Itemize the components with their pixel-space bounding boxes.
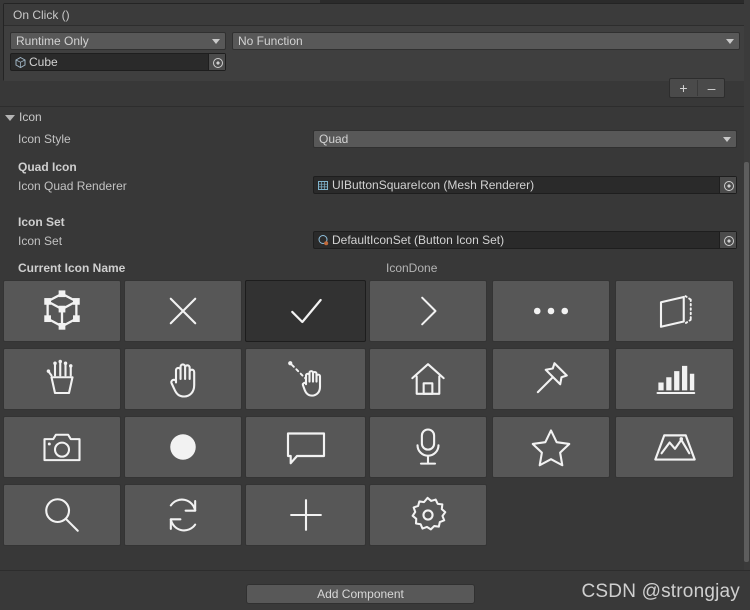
scriptable-object-icon xyxy=(317,234,330,247)
icon-grid-cell-ellipsis[interactable] xyxy=(492,280,610,342)
function-value: No Function xyxy=(238,34,303,48)
runtime-mode-value: Runtime Only xyxy=(16,34,89,48)
event-list-buttons: + – xyxy=(669,78,725,98)
current-icon-name-label: Current Icon Name xyxy=(18,261,126,275)
icon-grid-cell-camera[interactable] xyxy=(3,416,121,478)
icon-quad-renderer-value: UIButtonSquareIcon (Mesh Renderer) xyxy=(332,178,535,192)
on-click-body: Runtime Only No Function Cube xyxy=(4,26,746,81)
icon-grid-cell-star[interactable] xyxy=(492,416,610,478)
on-click-header: On Click () xyxy=(4,4,746,26)
watermark-text: CSDN @strongjay xyxy=(581,581,740,602)
on-click-panel: On Click () Runtime Only No Function Cub… xyxy=(3,3,747,81)
icon-foldout-label: Icon xyxy=(19,110,42,124)
icon-set-field[interactable]: DefaultIconSet (Button Icon Set) xyxy=(313,231,737,249)
icon-style-value: Quad xyxy=(319,132,349,146)
icon-grid-cell-slate[interactable] xyxy=(615,280,734,342)
remove-event-button[interactable]: – xyxy=(698,79,725,97)
icon-style-dropdown[interactable]: Quad xyxy=(313,130,737,148)
cube-prefab-icon xyxy=(14,56,27,69)
chevron-down-icon xyxy=(723,137,731,142)
icon-grid-cell-settings[interactable] xyxy=(369,484,487,546)
icon-quad-renderer-label: Icon Quad Renderer xyxy=(18,179,127,193)
icon-grid-cell-record[interactable] xyxy=(124,416,242,478)
inspector-window: On Click () Runtime Only No Function Cub… xyxy=(0,0,750,610)
add-event-button[interactable]: + xyxy=(670,79,697,97)
object-picker-icon[interactable] xyxy=(719,177,736,193)
icon-grid-cell-add[interactable] xyxy=(245,484,366,546)
vertical-scrollbar-track[interactable] xyxy=(744,0,750,570)
icon-grid-cell-home[interactable] xyxy=(369,348,487,410)
icon-set-group-label: Icon Set xyxy=(18,215,65,229)
icon-set-value: DefaultIconSet (Button Icon Set) xyxy=(332,233,505,247)
icon-grid-cell-search[interactable] xyxy=(3,484,121,546)
function-dropdown[interactable]: No Function xyxy=(232,32,740,50)
icon-grid-cell-chart[interactable] xyxy=(615,348,734,410)
add-component-button[interactable]: Add Component xyxy=(246,584,475,604)
icon-grid-cell-pin[interactable] xyxy=(492,348,610,410)
icon-grid-cell-hand-articulated[interactable] xyxy=(3,348,121,410)
icon-grid-cell-close[interactable] xyxy=(124,280,242,342)
target-object-value: Cube xyxy=(29,55,58,69)
triangle-down-icon[interactable] xyxy=(5,115,15,121)
section-divider-icon xyxy=(0,106,750,107)
runtime-mode-dropdown[interactable]: Runtime Only xyxy=(10,32,226,50)
current-icon-name-value: IconDone xyxy=(386,261,438,275)
icon-grid-cell-refresh[interactable] xyxy=(124,484,242,546)
icon-set-field-label: Icon Set xyxy=(18,234,63,248)
vertical-scrollbar-thumb[interactable] xyxy=(744,162,749,562)
chevron-down-icon xyxy=(726,39,734,44)
object-picker-icon[interactable] xyxy=(208,54,225,70)
icon-grid-cell-chevron-right[interactable] xyxy=(369,280,487,342)
icon-style-label: Icon Style xyxy=(18,132,71,146)
icon-grid-cell-map[interactable] xyxy=(615,416,734,478)
on-click-title: On Click () xyxy=(13,8,70,22)
quad-icon-group-label: Quad Icon xyxy=(18,160,77,174)
footer-area: Add Component CSDN @strongjay xyxy=(0,570,750,610)
icon-grid-cell-cube-wireframe[interactable] xyxy=(3,280,121,342)
mesh-renderer-icon xyxy=(317,179,330,192)
icon-grid-cell-done[interactable] xyxy=(245,280,366,342)
chevron-down-icon xyxy=(212,39,220,44)
target-object-field[interactable]: Cube xyxy=(10,53,226,71)
icon-grid-cell-hand-ray[interactable] xyxy=(245,348,366,410)
icon-grid-cell-speech-bubble[interactable] xyxy=(245,416,366,478)
icon-grid-cell-hand-open[interactable] xyxy=(124,348,242,410)
object-picker-icon[interactable] xyxy=(719,232,736,248)
icon-quad-renderer-field[interactable]: UIButtonSquareIcon (Mesh Renderer) xyxy=(313,176,737,194)
icon-grid-cell-microphone[interactable] xyxy=(369,416,487,478)
